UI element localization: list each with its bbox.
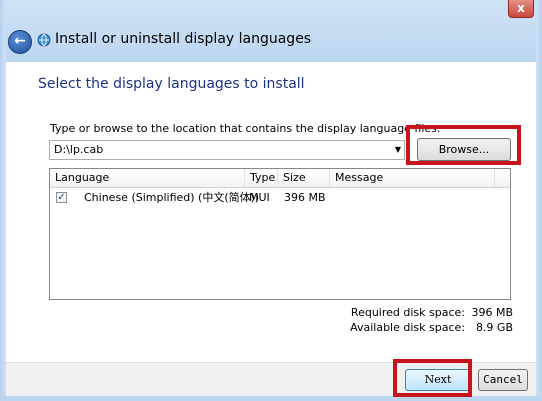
required-space-label: Required disk space:	[350, 306, 465, 319]
row-language: Chinese (Simplified) (中文(简体))	[84, 191, 260, 204]
language-globe-icon	[37, 33, 51, 47]
table-row[interactable]: ✓ Chinese (Simplified) (中文(简体)) MUI 396 …	[50, 189, 510, 207]
available-space-value: 8.9 GB	[475, 321, 513, 334]
path-value: D:\lp.cab	[54, 143, 104, 156]
back-arrow-icon: ←	[14, 33, 26, 49]
column-header-message[interactable]: Message	[330, 169, 495, 187]
row-type: MUI	[249, 191, 270, 204]
highlight-box-next	[393, 359, 472, 397]
cancel-button[interactable]: Cancel	[478, 369, 528, 391]
language-list[interactable]: Language Type Size Message ✓ Chinese (Si…	[49, 168, 511, 300]
column-header-size[interactable]: Size	[278, 169, 330, 187]
page-heading: Select the display languages to install	[38, 76, 305, 92]
window-title: Install or uninstall display languages	[55, 31, 312, 47]
highlight-box-browse	[406, 125, 521, 165]
language-path-combobox[interactable]: D:\lp.cab ▼	[49, 140, 405, 160]
available-space-label: Available disk space:	[350, 321, 465, 334]
dropdown-arrow-icon[interactable]: ▼	[395, 141, 401, 159]
instruction-label: Type or browse to the location that cont…	[50, 122, 441, 135]
column-header-language[interactable]: Language	[50, 169, 245, 187]
row-size: 396 MB	[284, 191, 326, 204]
language-checkbox[interactable]: ✓	[56, 192, 67, 203]
close-button[interactable]: x	[508, 0, 534, 18]
window-border-right	[536, 0, 542, 401]
column-header-type[interactable]: Type	[245, 169, 278, 187]
required-space-value: 396 MB	[471, 306, 513, 319]
list-header: Language Type Size Message	[50, 169, 510, 188]
back-button[interactable]: ←	[8, 30, 32, 54]
